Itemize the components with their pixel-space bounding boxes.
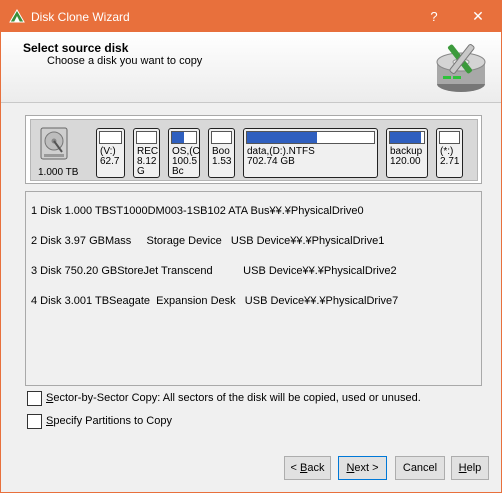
selected-disk-map[interactable]: 1.000 TB (V:) 62.7 REC 8.12 G OS,(C 100.… (30, 119, 478, 181)
help-button[interactable]: Help (451, 456, 489, 480)
app-icon (9, 9, 25, 23)
list-item-disk-4[interactable]: 4 Disk 3.001 TBSeagate Expansion Desk US… (31, 295, 398, 307)
label-rest: ext > (354, 462, 379, 474)
partition-size: 1.53 (212, 156, 232, 167)
sector-by-sector-checkbox[interactable] (27, 391, 42, 406)
back-button[interactable]: < Back (284, 456, 331, 480)
sector-by-sector-option[interactable]: Sector-by-Sector Copy: All sectors of th… (27, 391, 477, 407)
cancel-button[interactable]: Cancel (395, 456, 445, 480)
partition-size: 62.7 (100, 156, 120, 167)
partition-os-c[interactable]: OS,(C 100.5 Bc (168, 128, 200, 178)
partition-usage-bar (389, 131, 425, 144)
usage-fill (247, 132, 317, 143)
label-rest: elp (466, 462, 482, 474)
label-rest: ector-by-Sector Copy: All sectors of the… (53, 392, 421, 404)
partition-usage-bar (211, 131, 232, 144)
label-rest: ack (307, 462, 325, 474)
specify-partitions-label[interactable]: Specify Partitions to Copy (46, 415, 172, 427)
partition-recovery[interactable]: REC 8.12 G (133, 128, 160, 178)
sector-by-sector-label[interactable]: Sector-by-Sector Copy: All sectors of th… (46, 392, 421, 404)
page-title: Select source disk (23, 41, 129, 55)
partition-unit: G (137, 166, 145, 177)
disk-tools-icon (436, 44, 486, 92)
partition-unlettered[interactable]: (*:) 2.71 (436, 128, 463, 178)
close-button[interactable]: ✕ (455, 1, 501, 32)
partition-usage-bar (99, 131, 122, 144)
title-help-button[interactable]: ? (411, 1, 457, 32)
partition-usage-bar (171, 131, 197, 144)
partition-size: 702.74 GB (247, 156, 295, 167)
label-prefix: < (290, 462, 300, 474)
partition-usage-bar (246, 131, 375, 144)
disk-clone-wizard-window: Disk Clone Wizard ? ✕ Select source disk… (0, 0, 502, 493)
partition-data-d[interactable]: data,(D:).NTFS 702.74 GB (243, 128, 378, 178)
partition-v[interactable]: (V:) 62.7 (96, 128, 125, 178)
mnemonic-letter: H (458, 462, 467, 474)
specify-partitions-option[interactable]: Specify Partitions to Copy (27, 414, 227, 430)
label-text: Cancel (402, 462, 438, 474)
disk-map-panel: 1.000 TB (V:) 62.7 REC 8.12 G OS,(C 100.… (25, 115, 482, 184)
hard-disk-icon (40, 127, 68, 160)
wizard-header: Select source disk Choose a disk you wan… (1, 32, 501, 103)
next-button[interactable]: Next > (338, 456, 387, 480)
partition-boot[interactable]: Boo 1.53 (208, 128, 235, 178)
page-subtitle: Choose a disk you want to copy (47, 55, 203, 67)
partition-usage-bar (136, 131, 157, 144)
label-rest: pecify Partitions to Copy (53, 415, 172, 427)
usage-fill (390, 132, 421, 143)
window-title: Disk Clone Wizard (31, 10, 130, 24)
list-item-disk-2[interactable]: 2 Disk 3.97 GBMass Storage Device USB De… (31, 235, 384, 247)
disk-size-label: 1.000 TB (38, 167, 79, 178)
title-bar: Disk Clone Wizard ? ✕ (1, 1, 501, 32)
partition-unit: Bc (172, 166, 184, 177)
partition-size: 2.71 (440, 156, 460, 167)
usage-fill (172, 132, 184, 143)
specify-partitions-checkbox[interactable] (27, 414, 42, 429)
list-item-disk-3[interactable]: 3 Disk 750.20 GBStoreJet Transcend USB D… (31, 265, 397, 277)
partition-usage-bar (439, 131, 460, 144)
partition-size: 120.00 (390, 156, 421, 167)
list-item-disk-1[interactable]: 1 Disk 1.000 TBST1000DM003-1SB102 ATA Bu… (31, 205, 364, 217)
source-disk-list[interactable]: 1 Disk 1.000 TBST1000DM003-1SB102 ATA Bu… (25, 191, 482, 386)
partition-backup[interactable]: backup 120.00 (386, 128, 428, 178)
